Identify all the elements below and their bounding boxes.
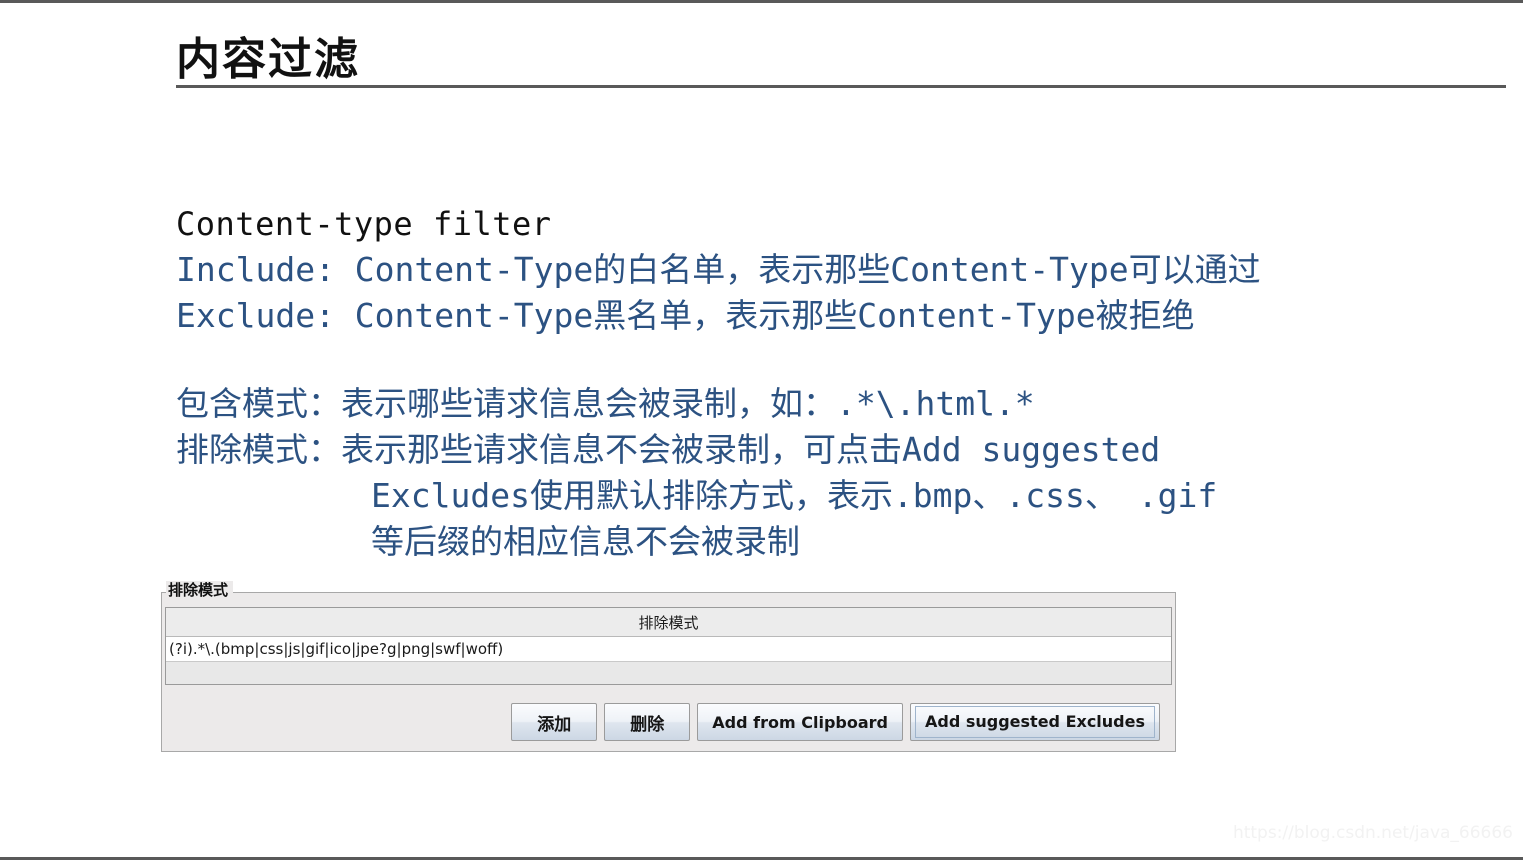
text-spacer xyxy=(176,339,1486,381)
text-exclude-pattern-cont-2: 等后缀的相应信息不会被录制 xyxy=(371,522,800,561)
delete-button[interactable]: 删除 xyxy=(604,703,691,741)
text-exclude-pattern-line: 排除模式：表示那些请求信息不会被录制，可点击Add suggested xyxy=(176,430,1161,469)
text-exclude-line: Exclude: Content-Type黑名单，表示那些Content-Typ… xyxy=(176,296,1195,335)
text-exclude-pattern-cont-1: Excludes使用默认排除方式，表示.bmp、.css、 .gif xyxy=(371,476,1218,515)
table-column-header[interactable]: 排除模式 xyxy=(166,608,1171,637)
table-empty-area[interactable] xyxy=(166,661,1171,685)
body-text-block: Content-type filter Include: Content-Typ… xyxy=(176,201,1486,565)
page-title: 内容过滤 xyxy=(176,34,360,85)
button-focus-ring: Add suggested Excludes xyxy=(914,706,1155,738)
text-heading: Content-type filter xyxy=(176,205,552,243)
panel-button-bar: 添加 删除 Add from Clipboard Add suggested E… xyxy=(165,703,1172,741)
exclude-patterns-table: 排除模式 (?i).*\.(bmp|css|js|gif|ico|jpe?g|p… xyxy=(165,607,1172,685)
title-divider xyxy=(176,85,1506,89)
text-include-pattern-line: 包含模式：表示哪些请求信息会被录制，如：.*\.html.* xyxy=(176,384,1035,423)
watermark: https://blog.csdn.net/java_66666 xyxy=(1232,823,1513,843)
exclude-patterns-panel: 排除模式 排除模式 (?i).*\.(bmp|css|js|gif|ico|jp… xyxy=(161,581,1176,752)
table-row[interactable]: (?i).*\.(bmp|css|js|gif|ico|jpe?g|png|sw… xyxy=(166,637,1171,661)
slide-root: 内容过滤 Content-type filter Include: Conten… xyxy=(0,0,1523,860)
text-include-line: Include: Content-Type的白名单，表示那些Content-Ty… xyxy=(176,250,1261,289)
title-area: 内容过滤 xyxy=(176,34,1506,89)
add-button[interactable]: 添加 xyxy=(511,703,598,741)
add-from-clipboard-button[interactable]: Add from Clipboard xyxy=(697,703,903,741)
panel-legend: 排除模式 xyxy=(166,581,234,599)
panel-inner: 排除模式 (?i).*\.(bmp|css|js|gif|ico|jpe?g|p… xyxy=(165,607,1172,748)
add-suggested-excludes-button[interactable]: Add suggested Excludes xyxy=(909,703,1160,741)
